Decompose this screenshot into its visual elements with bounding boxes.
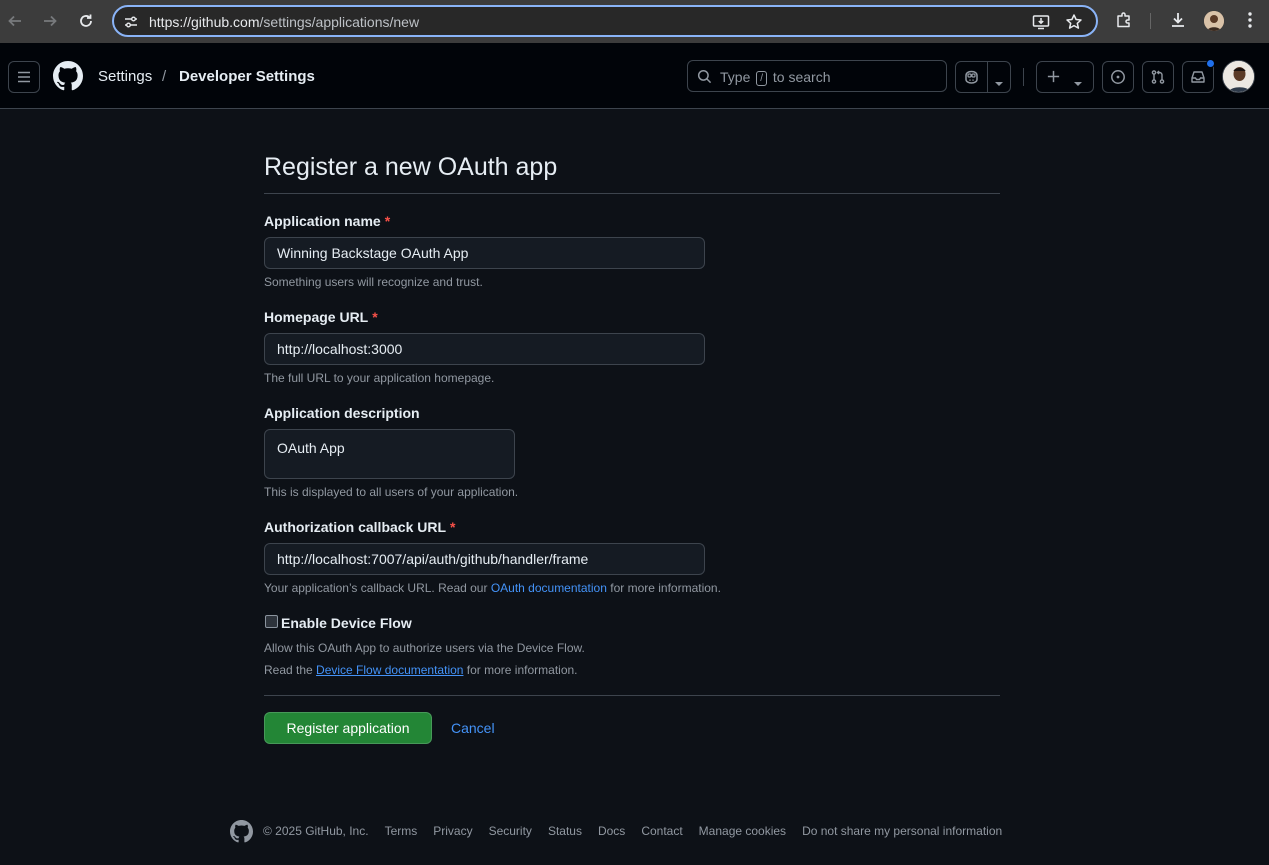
downloads-icon[interactable]: [1169, 11, 1187, 34]
footer-link-do-not-share[interactable]: Do not share my personal information: [802, 824, 1002, 838]
callback-url-label: Authorization callback URL *: [264, 519, 456, 535]
header-divider: [1023, 68, 1024, 86]
register-application-button[interactable]: Register application: [264, 712, 432, 744]
app-name-input[interactable]: Winning Backstage OAuth App: [264, 237, 705, 269]
forward-icon[interactable]: [39, 10, 61, 32]
callback-url-input[interactable]: http://localhost:7007/api/auth/github/ha…: [264, 543, 705, 575]
create-new-button[interactable]: [1036, 61, 1094, 93]
footer-link-security[interactable]: Security: [489, 824, 532, 838]
footer-link-contact[interactable]: Contact: [641, 824, 682, 838]
address-bar[interactable]: https://github.com/settings/applications…: [112, 5, 1098, 37]
page-title: Register a new OAuth app: [264, 153, 558, 181]
github-logo-icon[interactable]: [53, 61, 83, 96]
issues-icon[interactable]: [1102, 61, 1134, 93]
bookmark-star-icon[interactable]: [1065, 13, 1083, 36]
device-flow-hint: Allow this OAuth App to authorize users …: [264, 641, 585, 655]
device-flow-label[interactable]: Enable Device Flow: [281, 615, 412, 631]
device-flow-documentation-link[interactable]: Device Flow documentation: [316, 663, 463, 677]
app-description-textarea[interactable]: OAuth App: [264, 429, 515, 479]
install-app-icon[interactable]: [1032, 13, 1050, 36]
browser-toolbar: https://github.com/settings/applications…: [0, 0, 1269, 43]
breadcrumb-settings[interactable]: Settings: [98, 68, 152, 85]
github-logo-icon[interactable]: [230, 819, 253, 843]
github-header: Settings / Developer Settings Type / to …: [0, 43, 1269, 109]
footer-link-docs[interactable]: Docs: [598, 824, 625, 838]
oauth-documentation-link[interactable]: OAuth documentation: [491, 581, 607, 595]
footer-link-terms[interactable]: Terms: [385, 824, 418, 838]
app-description-label: Application description: [264, 405, 420, 421]
site-settings-icon[interactable]: [123, 14, 139, 35]
footer-link-status[interactable]: Status: [548, 824, 582, 838]
footer: © 2025 GitHub, Inc. Terms Privacy Securi…: [230, 819, 1002, 843]
url-text: https://github.com/settings/applications…: [149, 14, 420, 30]
notification-indicator: [1206, 59, 1215, 68]
device-flow-doc-hint: Read the Device Flow documentation for m…: [264, 663, 578, 677]
chevron-down-icon: [1073, 74, 1083, 92]
app-description-hint: This is displayed to all users of your a…: [264, 485, 519, 499]
app-name-label: Application name *: [264, 213, 391, 229]
breadcrumb-developer-settings[interactable]: Developer Settings: [179, 68, 315, 85]
hamburger-icon[interactable]: [8, 61, 40, 93]
callback-url-hint: Your application’s callback URL. Read ou…: [264, 581, 721, 595]
copilot-icon: [963, 69, 980, 90]
homepage-url-input[interactable]: http://localhost:3000: [264, 333, 705, 365]
chevron-down-icon[interactable]: [994, 74, 1004, 92]
form-divider: [264, 695, 1000, 696]
breadcrumb-separator: /: [162, 68, 167, 85]
copilot-button[interactable]: [955, 61, 1011, 93]
menu-kebab-icon[interactable]: [1242, 11, 1258, 34]
device-flow-checkbox[interactable]: [265, 615, 278, 628]
search-input[interactable]: Type / to search: [687, 60, 947, 92]
footer-link-privacy[interactable]: Privacy: [433, 824, 472, 838]
footer-link-manage-cookies[interactable]: Manage cookies: [699, 824, 786, 838]
reload-icon[interactable]: [75, 10, 97, 32]
back-icon[interactable]: [4, 10, 26, 32]
extensions-icon[interactable]: [1115, 11, 1133, 34]
title-divider: [264, 193, 1000, 194]
split-divider: [987, 62, 988, 92]
homepage-url-hint: The full URL to your application homepag…: [264, 371, 495, 385]
profile-icon[interactable]: [1204, 11, 1224, 31]
footer-copyright: © 2025 GitHub, Inc.: [263, 824, 369, 838]
search-placeholder: Type / to search: [720, 69, 831, 86]
homepage-url-label: Homepage URL *: [264, 309, 378, 325]
pull-requests-icon[interactable]: [1142, 61, 1174, 93]
avatar[interactable]: [1222, 60, 1255, 93]
app-name-hint: Something users will recognize and trust…: [264, 275, 483, 289]
search-icon: [697, 69, 712, 89]
toolbar-divider: [1150, 13, 1151, 29]
cancel-button[interactable]: Cancel: [451, 720, 495, 736]
plus-icon: [1046, 69, 1061, 89]
